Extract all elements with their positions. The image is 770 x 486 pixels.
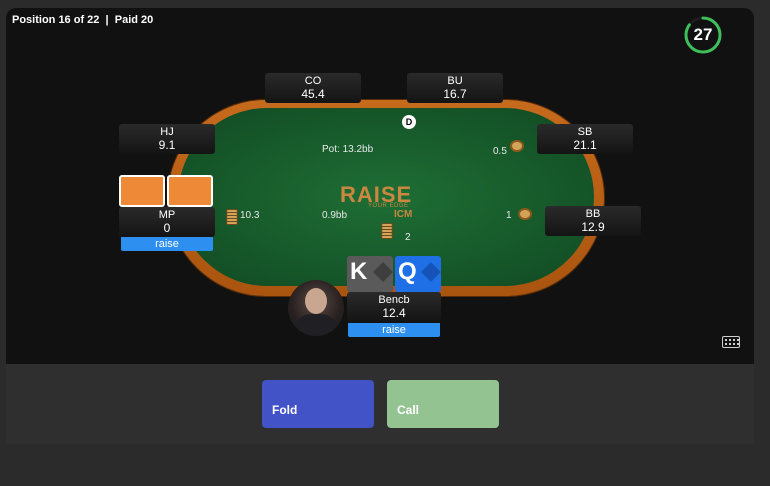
tournament-status: Position 16 of 22 | Paid 20: [12, 14, 153, 26]
center-bet-label: 0.9bb: [322, 210, 348, 221]
timer-seconds: 27: [693, 25, 713, 44]
hero-action-tag: raise: [348, 323, 440, 337]
hero-chip-stack-icon: [381, 223, 393, 239]
hero-card-queen-diamonds: Q: [395, 256, 441, 292]
call-button[interactable]: Call: [387, 380, 499, 428]
bb-bet-label: 1: [506, 210, 512, 221]
seat-hero: Bencb 12.4: [347, 292, 441, 322]
app-window: Position 16 of 22 | Paid 20 27 RAISE YOU…: [0, 0, 770, 486]
hero-card-king-spades: K: [347, 256, 393, 292]
seat-hj: HJ 9.1: [119, 124, 215, 154]
logo-sub: ICM: [394, 209, 413, 220]
fold-button[interactable]: Fold: [262, 380, 374, 428]
seat-mp: MP 0: [119, 207, 215, 237]
sb-bet-label: 0.5: [493, 146, 507, 157]
mp-card-back: [119, 175, 165, 207]
seat-stack: 21.1: [573, 138, 597, 152]
position-text: Position 16 of 22: [12, 14, 100, 26]
seat-sb: SB 21.1: [537, 124, 633, 154]
status-separator: |: [105, 14, 109, 26]
seat-stack: 12.4: [382, 306, 406, 320]
sb-chip-icon: [510, 140, 524, 152]
pot-label: Pot: 13.2bb: [322, 144, 374, 155]
hero-bet-label: 2: [405, 232, 411, 243]
dealer-button-icon: D: [402, 115, 416, 129]
seat-stack: 16.7: [443, 87, 467, 101]
seat-stack: 12.9: [581, 220, 605, 234]
seat-bb: BB 12.9: [545, 206, 641, 236]
seat-co: CO 45.4: [265, 73, 361, 103]
card-rank: K: [350, 258, 368, 285]
mp-bet-label: 10.3: [240, 210, 260, 221]
seat-stack: 45.4: [301, 87, 325, 101]
mp-card-back: [167, 175, 213, 207]
seat-stack: 9.1: [158, 138, 176, 152]
keyboard-icon[interactable]: [722, 336, 740, 348]
mp-chip-stack-icon: [226, 209, 238, 225]
hero-avatar: [288, 280, 344, 336]
seat-stack: 0: [163, 221, 171, 235]
raise-your-edge-logo: RAISE YOUR EDGE ICM: [340, 182, 424, 224]
card-rank: Q: [398, 258, 417, 285]
diamond-icon: [421, 262, 441, 282]
paid-text: Paid 20: [114, 14, 154, 26]
action-bar: [6, 364, 754, 444]
seat-bu: BU 16.7: [407, 73, 503, 103]
spade-icon: [373, 262, 393, 282]
bb-chip-icon: [518, 208, 532, 220]
mp-action-tag: raise: [121, 237, 213, 251]
action-timer: 27: [683, 15, 723, 55]
